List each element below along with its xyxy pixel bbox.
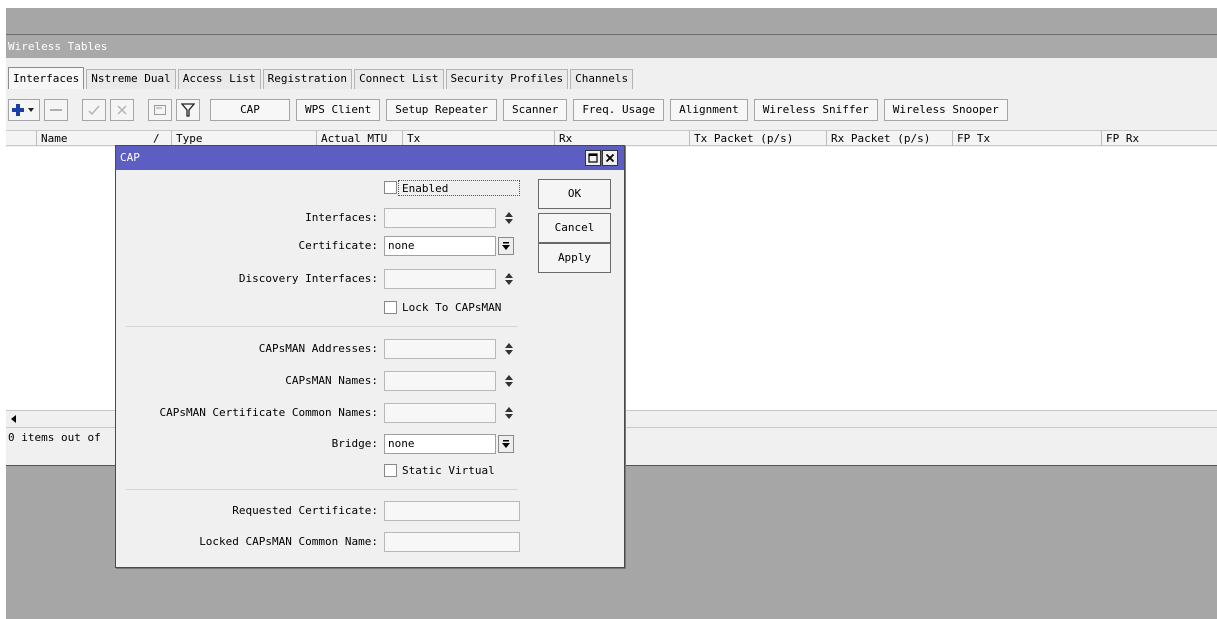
discovery-interfaces-field[interactable] <box>384 269 496 289</box>
remove-button[interactable] <box>44 99 68 121</box>
item-count: 0 items out of <box>8 431 101 444</box>
check-icon <box>88 105 100 116</box>
add-icon <box>12 104 34 116</box>
tab-bar: Interfaces Nstreme Dual Access List Regi… <box>8 67 635 89</box>
bridge-dropdown-icon[interactable] <box>498 435 514 453</box>
capsman-names-label: CAPsMAN Names: <box>285 374 378 387</box>
column-fp-rx[interactable]: FP Rx <box>1101 131 1217 146</box>
certificate-field[interactable]: none <box>384 236 496 256</box>
scanner-button[interactable]: Scanner <box>502 99 568 121</box>
interfaces-spinner-icon[interactable] <box>502 208 516 228</box>
comment-button[interactable] <box>148 99 172 121</box>
interfaces-field[interactable] <box>384 208 496 228</box>
cross-icon <box>117 105 127 115</box>
filter-icon <box>181 103 195 117</box>
column-type[interactable]: Type <box>171 131 316 146</box>
separator <box>126 326 518 327</box>
maximize-icon <box>588 153 598 163</box>
comment-icon <box>154 105 166 115</box>
column-rx-packet[interactable]: Rx Packet (p/s) <box>826 131 952 146</box>
sort-indicator: / <box>153 132 160 145</box>
ok-button[interactable]: OK <box>538 179 611 209</box>
apply-button[interactable]: Apply <box>538 243 611 273</box>
maximize-button[interactable] <box>585 150 601 166</box>
certificate-label: Certificate: <box>298 239 378 252</box>
lock-to-capsman-label: Lock To CAPsMAN <box>402 301 502 314</box>
top-bar <box>6 8 1217 35</box>
interfaces-label: Interfaces: <box>305 211 378 224</box>
capsman-addresses-spinner-icon[interactable] <box>502 339 516 359</box>
dialog-title: CAP <box>116 146 624 170</box>
static-virtual-checkbox[interactable] <box>384 464 397 477</box>
discovery-spinner-icon[interactable] <box>502 269 516 289</box>
locked-common-name-field <box>384 532 520 552</box>
add-button[interactable] <box>8 99 40 121</box>
static-virtual-label: Static Virtual <box>402 464 495 477</box>
close-icon <box>605 153 615 163</box>
tab-nstreme-dual[interactable]: Nstreme Dual <box>86 69 176 89</box>
enabled-label: Enabled <box>398 180 520 196</box>
capsman-names-field[interactable] <box>384 371 496 391</box>
close-button[interactable] <box>602 150 618 166</box>
enabled-checkbox[interactable] <box>384 181 397 194</box>
setup-repeater-button[interactable]: Setup Repeater <box>386 99 497 121</box>
table-header: Name / Type Actual MTU Tx Rx Tx Packet (… <box>6 130 1217 146</box>
locked-common-name-label: Locked CAPsMAN Common Name: <box>199 535 378 548</box>
tab-access-list[interactable]: Access List <box>177 69 261 89</box>
tab-security-profiles[interactable]: Security Profiles <box>445 69 569 89</box>
certificate-dropdown-icon[interactable] <box>498 237 514 255</box>
capsman-addresses-field[interactable] <box>384 339 496 359</box>
disable-button[interactable] <box>110 99 134 121</box>
scroll-left-icon[interactable] <box>8 413 20 425</box>
discovery-interfaces-label: Discovery Interfaces: <box>238 272 378 285</box>
bridge-label: Bridge: <box>331 437 378 450</box>
capsman-names-spinner-icon[interactable] <box>502 371 516 391</box>
lock-to-capsman-checkbox[interactable] <box>384 301 397 314</box>
tab-interfaces[interactable]: Interfaces <box>8 67 85 89</box>
toolbar: CAP WPS Client Setup Repeater Scanner Fr… <box>8 96 1014 124</box>
capsman-addresses-label: CAPsMAN Addresses: <box>258 342 378 355</box>
cancel-button[interactable]: Cancel <box>538 213 611 243</box>
capsman-cert-names-label: CAPsMAN Certificate Common Names: <box>159 406 378 419</box>
requested-certificate-field <box>384 501 520 521</box>
cap-button[interactable]: CAP <box>210 99 290 121</box>
freq-usage-button[interactable]: Freq. Usage <box>573 99 665 121</box>
cap-dialog: CAP Enabled OK Cancel Apply Interfaces: … <box>115 145 625 568</box>
enable-button[interactable] <box>82 99 106 121</box>
column-tx[interactable]: Tx <box>402 131 554 146</box>
wireless-snooper-button[interactable]: Wireless Snooper <box>883 99 1008 121</box>
column-name[interactable]: Name / <box>36 131 171 146</box>
wps-client-button[interactable]: WPS Client <box>296 99 381 121</box>
separator <box>126 489 518 490</box>
filter-button[interactable] <box>176 99 200 121</box>
column-fp-tx[interactable]: FP Tx <box>952 131 1101 146</box>
column-select[interactable] <box>6 131 36 146</box>
wireless-sniffer-button[interactable]: Wireless Sniffer <box>753 99 878 121</box>
bridge-field[interactable]: none <box>384 434 496 454</box>
column-tx-packet[interactable]: Tx Packet (p/s) <box>689 131 826 146</box>
remove-icon <box>50 109 62 111</box>
column-rx[interactable]: Rx <box>554 131 689 146</box>
capsman-cert-names-field[interactable] <box>384 403 496 423</box>
tab-channels[interactable]: Channels <box>570 69 634 89</box>
capsman-cert-spinner-icon[interactable] <box>502 403 516 423</box>
window-title: Wireless Tables <box>6 36 1217 58</box>
tab-connect-list[interactable]: Connect List <box>354 69 444 89</box>
column-actual-mtu[interactable]: Actual MTU <box>316 131 402 146</box>
requested-certificate-label: Requested Certificate: <box>232 504 378 517</box>
alignment-button[interactable]: Alignment <box>670 99 748 121</box>
tab-registration[interactable]: Registration <box>262 69 353 89</box>
